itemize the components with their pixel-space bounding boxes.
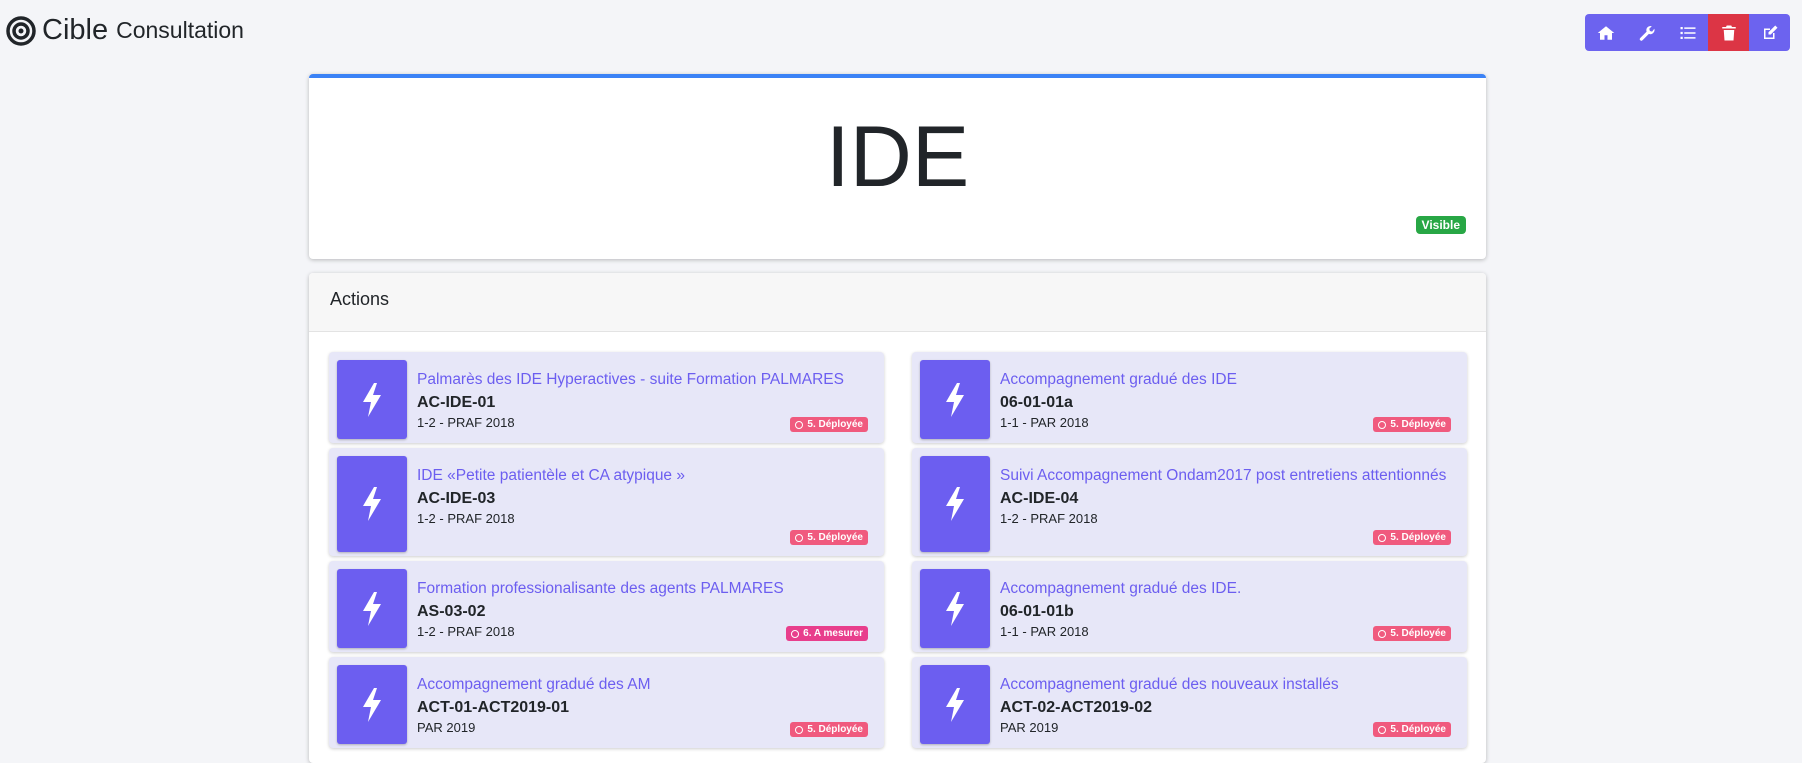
trash-icon (1721, 25, 1736, 40)
actions-panel: Actions Palmarès des IDE Hyperactives - … (309, 273, 1486, 763)
action-status-badge: 5. Déployée (1373, 722, 1451, 737)
lightning-icon (920, 456, 990, 552)
lightning-icon (337, 665, 407, 744)
status-dot-icon (1378, 629, 1387, 638)
status-dot-icon (1378, 420, 1387, 429)
action-card[interactable]: Accompagnement gradué des AM ACT-01-ACT20… (329, 657, 884, 748)
action-status-label: 5. Déployée (1390, 724, 1446, 735)
action-program: 1-2 - PRAF 2018 (417, 511, 515, 526)
action-card[interactable]: Accompagnement gradué des IDE. 06-01-01b 1… (912, 561, 1467, 652)
action-status-badge: 5. Déployée (1373, 626, 1451, 641)
action-title-link[interactable]: Accompagnement gradué des AM (417, 675, 868, 694)
status-dot-icon (795, 725, 804, 734)
lightning-icon (920, 360, 990, 439)
action-title-link[interactable]: Palmarès des IDE Hyperactives - suite Fo… (417, 370, 868, 389)
action-code: ACT-01-ACT2019-01 (417, 699, 570, 716)
action-program: 1-2 - PRAF 2018 (1000, 511, 1098, 526)
home-button[interactable] (1585, 14, 1626, 51)
app-subtitle: Consultation (116, 17, 244, 43)
action-code: 06-01-01b (1000, 603, 1074, 620)
action-status-label: 5. Déployée (1390, 419, 1446, 430)
action-status-badge: 5. Déployée (790, 530, 868, 545)
action-status-badge: 5. Déployée (1373, 417, 1451, 432)
action-title-link[interactable]: Accompagnement gradué des nouveaux insta… (1000, 675, 1451, 694)
lightning-icon (337, 456, 407, 552)
action-code: AC-IDE-04 (1000, 490, 1079, 507)
action-status-badge: 5. Déployée (1373, 530, 1451, 545)
action-card-body: Suivi Accompagnement Ondam2017 post entr… (1000, 466, 1451, 526)
lightning-icon (337, 360, 407, 439)
list-icon (1680, 26, 1695, 39)
action-card-body: IDE «Petite patientèle et CA atypique » A… (417, 466, 868, 526)
action-status-label: 5. Déployée (1390, 532, 1446, 543)
action-title-link[interactable]: Formation professionalisante des agents … (417, 579, 868, 598)
action-title-link[interactable]: Accompagnement gradué des IDE (1000, 370, 1451, 389)
action-code: AC-IDE-03 (417, 490, 496, 507)
action-title-link[interactable]: Accompagnement gradué des IDE. (1000, 579, 1451, 598)
app-title: Cible (42, 14, 109, 46)
action-code: AC-IDE-01 (417, 394, 496, 411)
lightning-icon (920, 665, 990, 744)
action-card[interactable]: Accompagnement gradué des IDE 06-01-01a 1-… (912, 352, 1467, 443)
action-card[interactable]: Palmarès des IDE Hyperactives - suite Fo… (329, 352, 884, 443)
action-code: AS-03-02 (417, 603, 486, 620)
action-card[interactable]: Suivi Accompagnement Ondam2017 post entr… (912, 448, 1467, 556)
edit-icon (1763, 25, 1777, 39)
home-icon (1597, 25, 1614, 40)
lightning-icon (920, 569, 990, 648)
toolbar (1585, 14, 1790, 51)
status-dot-icon (795, 533, 804, 542)
action-code: ACT-02-ACT2019-02 (1000, 699, 1153, 716)
action-status-label: 5. Déployée (807, 419, 863, 430)
action-status-label: 6. A mesurer (803, 628, 863, 639)
action-title-link[interactable]: Suivi Accompagnement Ondam2017 post entr… (1000, 466, 1451, 485)
action-status-label: 5. Déployée (807, 532, 863, 543)
lightning-icon (337, 569, 407, 648)
target-title: IDE (825, 109, 970, 205)
actions-title: Actions (330, 289, 390, 309)
action-status-label: 5. Déployée (807, 724, 863, 735)
action-card[interactable]: IDE «Petite patientèle et CA atypique » A… (329, 448, 884, 556)
settings-button[interactable] (1626, 14, 1667, 51)
target-panel: IDE Visible (309, 74, 1486, 259)
wrench-icon (1639, 25, 1654, 41)
action-status-label: 5. Déployée (1390, 628, 1446, 639)
list-button[interactable] (1667, 14, 1708, 51)
status-dot-icon (791, 629, 800, 638)
status-dot-icon (1378, 533, 1387, 542)
action-card[interactable]: Accompagnement gradué des nouveaux insta… (912, 657, 1467, 748)
action-code: 06-01-01a (1000, 394, 1073, 411)
action-status-badge: 5. Déployée (790, 722, 868, 737)
delete-button[interactable] (1708, 14, 1749, 51)
app-brand: Cible Consultation (6, 14, 244, 47)
action-card[interactable]: Formation professionalisante des agents … (329, 561, 884, 652)
action-status-badge: 6. A mesurer (786, 626, 868, 641)
target-icon (6, 15, 36, 46)
action-status-badge: 5. Déployée (790, 417, 868, 432)
actions-header: Actions (309, 273, 1486, 332)
edit-button[interactable] (1749, 14, 1790, 51)
status-dot-icon (795, 420, 804, 429)
status-dot-icon (1378, 725, 1387, 734)
action-title-link[interactable]: IDE «Petite patientèle et CA atypique » (417, 466, 868, 485)
visibility-badge: Visible (1415, 216, 1466, 234)
